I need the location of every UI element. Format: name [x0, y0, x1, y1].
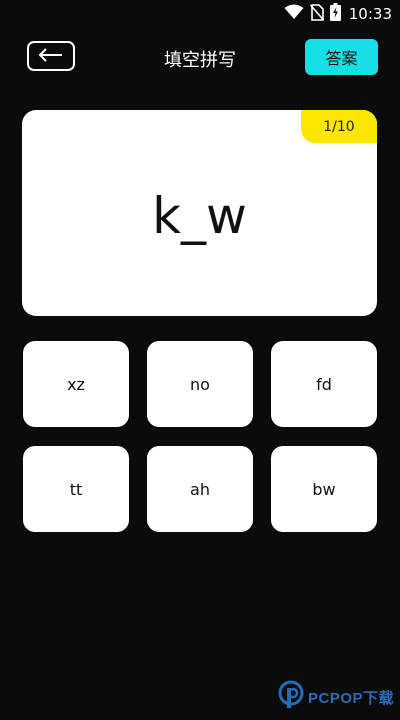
option-button[interactable]: no — [147, 341, 253, 427]
status-bar: 10:33 — [0, 0, 400, 28]
option-button[interactable]: ah — [147, 446, 253, 532]
status-time: 10:33 — [348, 5, 392, 23]
answer-button[interactable]: 答案 — [305, 39, 378, 75]
pcpop-logo-icon — [278, 680, 304, 714]
wifi-icon — [284, 4, 304, 24]
option-button[interactable]: fd — [271, 341, 377, 427]
watermark: PCPOP下载 — [278, 680, 394, 714]
header: 填空拼写 答案 — [0, 38, 400, 78]
option-button[interactable]: xz — [23, 341, 129, 427]
battery-charging-icon — [329, 3, 341, 25]
status-icons: 10:33 — [284, 3, 392, 25]
no-sim-icon — [309, 3, 324, 25]
watermark-text: PCPOP下载 — [307, 689, 394, 707]
option-button[interactable]: tt — [23, 446, 129, 532]
question-card: 1/10 k_w — [22, 110, 377, 316]
progress-badge: 1/10 — [301, 110, 377, 143]
option-button[interactable]: bw — [271, 446, 377, 532]
app-screen: 10:33 填空拼写 答案 1/10 k_w xz no fd tt ah bw — [0, 0, 400, 720]
question-word: k_w — [152, 187, 247, 245]
